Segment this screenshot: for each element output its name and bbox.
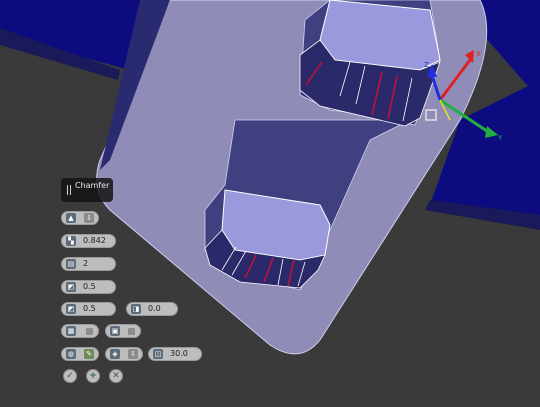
- gizmo-x-label: X: [476, 50, 481, 58]
- smooth-icon: ▦: [66, 326, 76, 336]
- cancel-button[interactable]: ✕: [109, 369, 123, 383]
- chamfer-mode-selector[interactable]: ▲ ⇩: [61, 211, 99, 225]
- smooth-toggle[interactable]: ▦: [61, 324, 99, 338]
- threshold-dropdown-icon: ⇩: [128, 349, 138, 359]
- grip-icon[interactable]: [66, 185, 72, 195]
- chamfer-mode-icon: ▲: [66, 213, 76, 223]
- end-bias-field[interactable]: ◨ 0.0: [126, 302, 178, 316]
- gizmo-z-label: Z: [424, 61, 429, 69]
- apply-button[interactable]: +: [86, 369, 100, 383]
- cancel-icon: ✕: [112, 371, 120, 381]
- open-toggle[interactable]: ▣: [105, 324, 141, 338]
- chamfer-caddy-header[interactable]: Chamfer: [61, 178, 113, 202]
- segments-icon: ▤: [66, 259, 76, 269]
- end-bias-icon: ◨: [131, 304, 141, 314]
- shape-field[interactable]: ◩ 0.5: [61, 280, 116, 294]
- material-icon: ◍: [66, 349, 76, 359]
- end-bias-value: 0.0: [148, 304, 161, 313]
- open-checkbox[interactable]: [128, 328, 135, 335]
- depth-icon: ◩: [66, 304, 76, 314]
- gizmo-y-label: Y: [497, 134, 503, 142]
- caddy-title: Chamfer: [75, 181, 110, 190]
- chamfer-size-icon: ▚: [66, 236, 76, 246]
- angle-value: 30.0: [170, 349, 188, 358]
- depth-field[interactable]: ◩ 0.5: [61, 302, 116, 316]
- shape-icon: ◩: [66, 282, 76, 292]
- angle-icon: ◫: [153, 349, 163, 359]
- apply-and-continue-icon: +: [89, 371, 97, 381]
- smoothing-icon: ✎: [84, 349, 94, 359]
- ok-button[interactable]: ✓: [63, 369, 77, 383]
- smooth-checkbox[interactable]: [86, 328, 93, 335]
- segments-field[interactable]: ▤ 2: [61, 257, 116, 271]
- segments-value: 2: [83, 259, 89, 268]
- chamfer-size-field[interactable]: ▚ 0.842: [61, 234, 116, 248]
- mesh-object[interactable]: [96, 0, 488, 355]
- chamfer-size-value: 0.842: [83, 236, 106, 245]
- 3d-viewport[interactable]: X Y Z: [0, 0, 540, 407]
- angle-field[interactable]: ◫ 30.0: [148, 347, 202, 361]
- depth-value: 0.5: [83, 304, 96, 313]
- dropdown-arrow-icon: ⇩: [84, 213, 94, 223]
- smooth-threshold-mode[interactable]: ◈ ⇩: [105, 347, 143, 361]
- open-icon: ▣: [110, 326, 120, 336]
- shape-value: 0.5: [83, 282, 96, 291]
- threshold-mode-icon: ◈: [110, 349, 120, 359]
- ok-icon: ✓: [66, 371, 74, 381]
- material-options[interactable]: ◍ ✎: [61, 347, 99, 361]
